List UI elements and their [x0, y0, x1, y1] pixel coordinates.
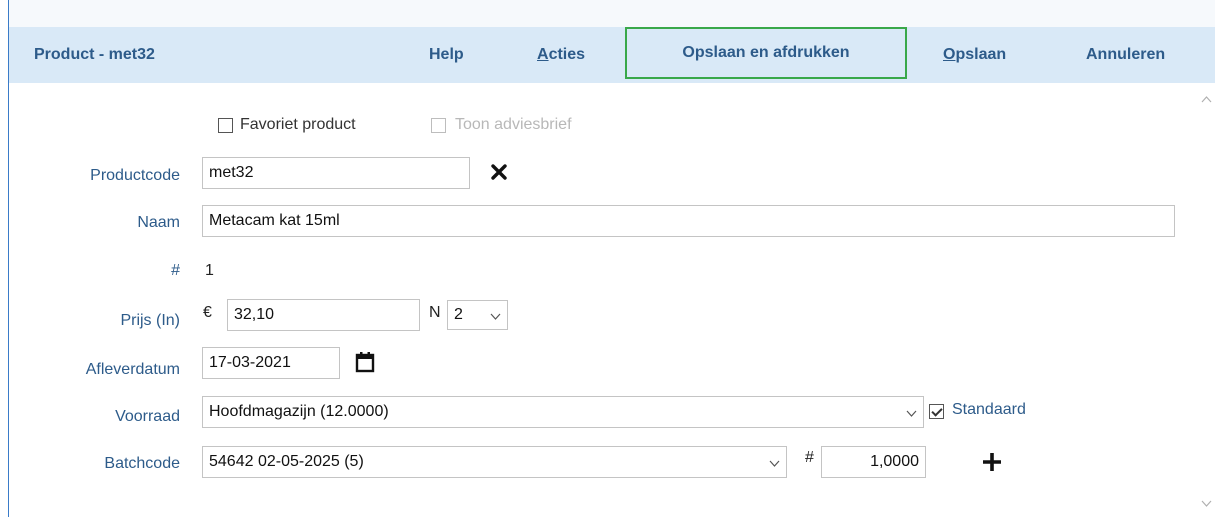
save-mnemonic: O: [943, 46, 956, 63]
voorraad-select[interactable]: Hoofdmagazijn (12.0000): [202, 396, 924, 428]
prijs-input[interactable]: 32,10: [227, 299, 420, 331]
top-strip: [9, 0, 1215, 27]
product-dialog: Product - met32 Help Acties Opslaan en a…: [8, 0, 1215, 517]
n-select[interactable]: 2: [447, 300, 508, 330]
afleverdatum-label: Afleverdatum: [85, 361, 180, 378]
acties-button[interactable]: Acties: [537, 46, 585, 64]
chevron-down-icon: [769, 447, 780, 477]
save-and-print-button[interactable]: Opslaan en afdrukken: [625, 27, 907, 79]
n-label: N: [429, 304, 441, 321]
chevron-down-icon: [906, 397, 917, 427]
number-value: 1: [205, 262, 214, 279]
standaard-label: Standaard: [952, 401, 1026, 418]
adviesbrief-label: Toon adviesbrief: [455, 116, 572, 133]
productcode-input[interactable]: met32: [202, 157, 470, 189]
scroll-down-icon[interactable]: [1200, 498, 1213, 511]
number-label: #: [171, 262, 180, 279]
productcode-label: Productcode: [90, 167, 180, 184]
help-button[interactable]: Help: [429, 46, 464, 64]
voorraad-label: Voorraad: [115, 408, 180, 425]
scroll-up-icon[interactable]: [1200, 94, 1213, 107]
save-and-print-label: Opslaan en afdrukken: [682, 44, 850, 61]
chevron-down-icon: [490, 301, 501, 329]
favoriet-label: Favoriet product: [240, 116, 356, 133]
calendar-icon[interactable]: [355, 351, 375, 378]
close-icon[interactable]: [491, 164, 507, 185]
vertical-scrollbar[interactable]: [1198, 83, 1215, 517]
cancel-button[interactable]: Annuleren: [1086, 46, 1165, 64]
save-button[interactable]: Opslaan: [943, 46, 1006, 64]
prijs-label: Prijs (In): [120, 312, 180, 329]
acties-label: cties: [548, 46, 586, 63]
toolbar: Product - met32 Help Acties Opslaan en a…: [9, 27, 1215, 83]
naam-label: Naam: [137, 214, 180, 231]
afleverdatum-input[interactable]: 17-03-2021: [202, 347, 340, 379]
acties-mnemonic: A: [537, 46, 549, 63]
currency-symbol: €: [203, 304, 212, 321]
quantity-input[interactable]: 1,0000: [821, 446, 926, 478]
batchcode-select-value: 54642 02-05-2025 (5): [209, 453, 364, 470]
dialog-title: Product - met32: [34, 46, 155, 63]
plus-icon[interactable]: [982, 452, 1002, 477]
favoriet-checkbox[interactable]: [218, 118, 233, 133]
adviesbrief-checkbox[interactable]: [431, 118, 446, 133]
batchcode-label: Batchcode: [104, 455, 180, 472]
n-select-value: 2: [454, 306, 463, 323]
voorraad-select-value: Hoofdmagazijn (12.0000): [209, 403, 389, 420]
quantity-hash-label: #: [805, 449, 814, 466]
save-label: pslaan: [955, 46, 1007, 63]
naam-input[interactable]: Metacam kat 15ml: [202, 205, 1175, 237]
standaard-checkbox[interactable]: [929, 404, 944, 419]
batchcode-select[interactable]: 54642 02-05-2025 (5): [202, 446, 787, 478]
